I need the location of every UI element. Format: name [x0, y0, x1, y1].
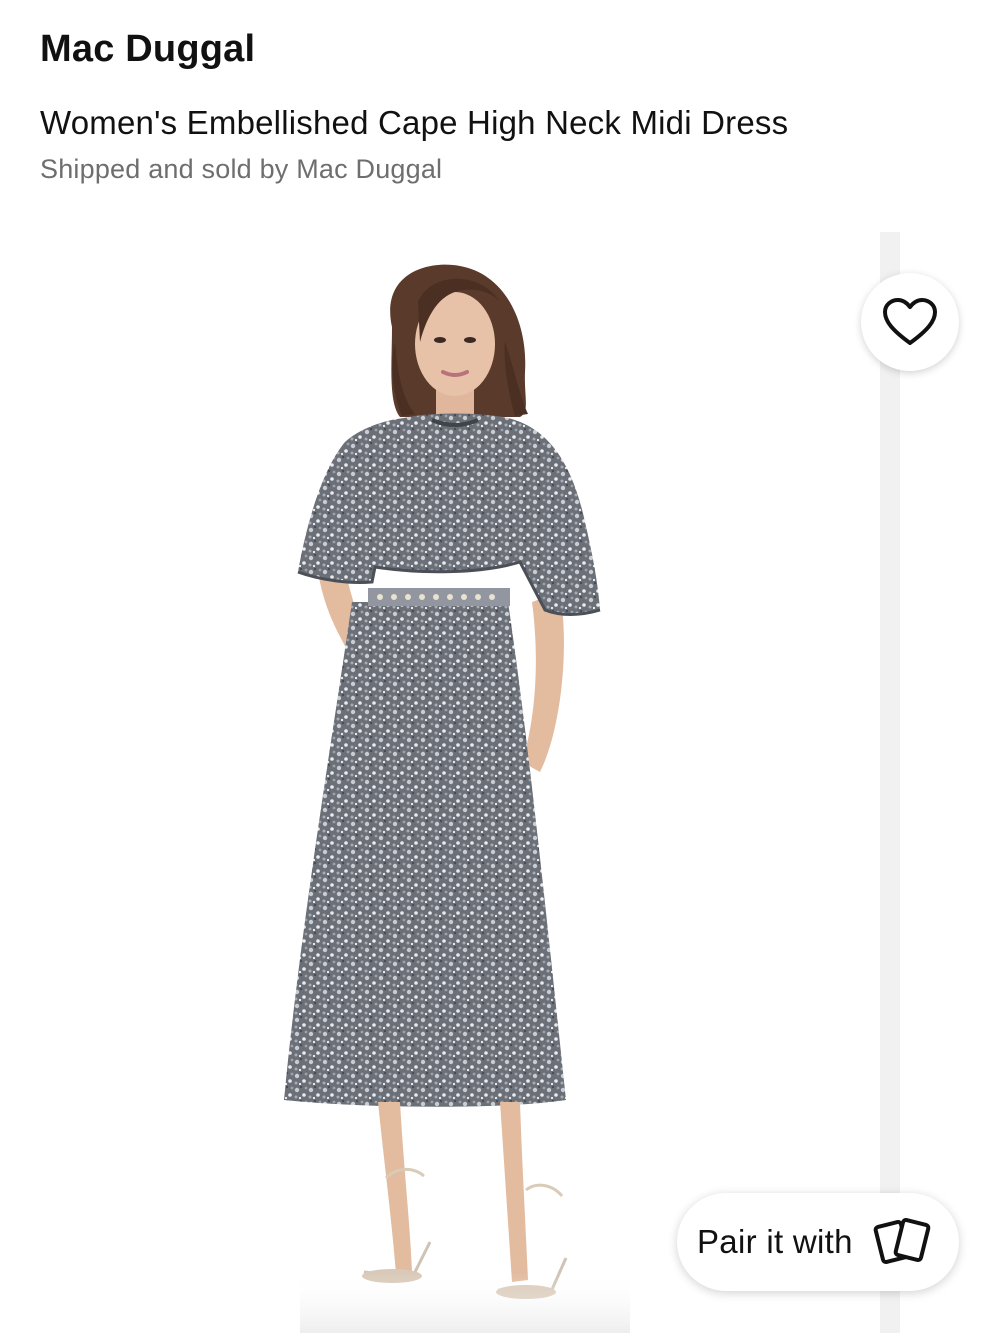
- product-image-gallery[interactable]: [0, 232, 1000, 1333]
- cards-icon: [873, 1216, 933, 1268]
- favorite-button[interactable]: [861, 273, 959, 371]
- product-photo[interactable]: [0, 232, 880, 1333]
- product-page: Mac Duggal Women's Embellished Cape High…: [0, 0, 1000, 1333]
- product-title: Women's Embellished Cape High Neck Midi …: [40, 104, 789, 141]
- pair-it-with-button[interactable]: Pair it with: [677, 1193, 959, 1291]
- seller-info: Shipped and sold by Mac Duggal: [40, 154, 443, 184]
- model-dress-illustration: [284, 264, 630, 1333]
- pair-it-with-label: Pair it with: [697, 1223, 853, 1260]
- heart-outline-icon: [883, 298, 937, 345]
- next-image-peek[interactable]: [880, 232, 900, 1333]
- brand-name[interactable]: Mac Duggal: [40, 28, 255, 71]
